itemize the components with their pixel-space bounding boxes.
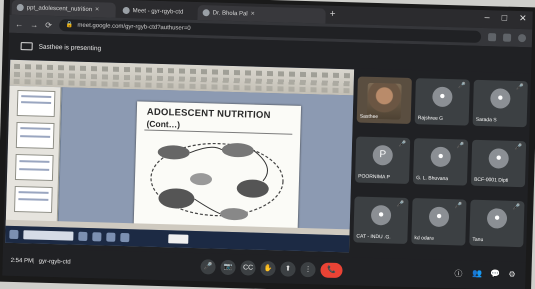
clock-separator: | xyxy=(32,258,35,265)
present-now-button[interactable]: ⬆ xyxy=(280,261,296,277)
people-icon[interactable]: 👥 xyxy=(472,269,482,278)
new-tab-button[interactable]: + xyxy=(330,9,336,20)
mic-off-icon: 🎤 xyxy=(396,201,405,208)
slide-thumbnail-pane xyxy=(5,85,62,228)
taskbar-app-icon[interactable] xyxy=(106,232,116,242)
tab-favicon-icon xyxy=(122,6,130,15)
current-slide: ADOLESCENT NUTRITION (Cont…) xyxy=(133,101,302,230)
nutrition-cycle-diagram xyxy=(150,142,284,221)
meeting-clock: 2:54 PM xyxy=(10,257,34,265)
url-text: meet.google.com/gyr-rgyb-ctd?authuser=0 xyxy=(77,22,191,32)
tab-label: Meet - gyr-rgyb-ctd xyxy=(132,7,184,16)
avatar: ● xyxy=(370,204,392,226)
raise-hand-button[interactable]: ✋ xyxy=(260,260,276,277)
slide-thumbnail[interactable] xyxy=(14,185,53,214)
mic-off-icon: 🎤 xyxy=(514,144,523,152)
extension-icon[interactable] xyxy=(487,33,497,42)
chat-icon[interactable]: 💬 xyxy=(490,269,500,278)
participant-name: Tanu xyxy=(472,236,484,244)
mic-off-icon: 🎤 xyxy=(456,143,465,150)
participant-name: G. L. Bhuvana xyxy=(416,175,449,183)
participant-tile[interactable]: Sasthee xyxy=(356,76,412,124)
tab-label: Dr. Bhola Pal xyxy=(212,9,248,17)
participant-name: Rajshree G xyxy=(417,115,444,122)
participant-name: BCF-0001 Dipti xyxy=(474,176,509,184)
shared-screen: ADOLESCENT NUTRITION (Cont…) xyxy=(5,59,355,253)
meeting-details-icon[interactable]: ⓘ xyxy=(454,268,462,279)
mic-off-icon: 🎤 xyxy=(454,203,463,210)
more-options-button[interactable]: ⋮ xyxy=(300,261,316,278)
tab-favicon-icon xyxy=(16,3,24,12)
slide-thumbnail[interactable] xyxy=(16,89,56,118)
participant-name: kd odara xyxy=(414,235,434,242)
taskbar-app-icon[interactable] xyxy=(92,232,102,242)
microphone-toggle-button[interactable]: 🎤 xyxy=(200,259,216,275)
mic-off-icon: 🎤 xyxy=(516,84,524,92)
participant-tile[interactable]: ● 🎤 Tanu xyxy=(469,199,525,248)
participant-tile[interactable]: P 🎤 POORNIMA P xyxy=(354,136,411,184)
tab-favicon-icon xyxy=(202,9,210,17)
profile-icon[interactable] xyxy=(517,33,527,43)
lock-icon: 🔒 xyxy=(65,22,74,29)
camera-toggle-button[interactable]: 📷 xyxy=(220,259,236,276)
participant-tile[interactable]: ● 🎤 Rajshree G xyxy=(414,78,470,126)
participant-tile[interactable]: ● 🎤 BCF-0001 Dipti xyxy=(470,139,527,188)
participant-tile[interactable]: ● 🎤 CAT - INDU .G. xyxy=(353,196,409,244)
window-controls: – □ ✕ xyxy=(484,12,527,24)
mic-off-icon: 🎤 xyxy=(512,204,521,212)
taskbar-active-window[interactable] xyxy=(168,234,189,244)
participant-name: Sasthee xyxy=(359,113,379,121)
leave-call-button[interactable]: 📞 xyxy=(320,262,343,279)
avatar: ● xyxy=(428,206,450,228)
extension-icon[interactable] xyxy=(502,33,512,42)
captions-button[interactable]: CC xyxy=(240,260,256,276)
reload-icon[interactable]: ⟳ xyxy=(45,20,52,29)
close-window-button[interactable]: ✕ xyxy=(519,13,527,24)
taskbar-app-icon[interactable] xyxy=(78,231,88,242)
mic-off-icon: 🎤 xyxy=(398,141,407,148)
avatar: ● xyxy=(432,86,453,108)
minimize-button[interactable]: – xyxy=(484,12,490,23)
meeting-code: gyr-rgyb-ctd xyxy=(38,258,71,266)
participant-grid: Sasthee ● 🎤 Rajshree G ● 🎤 Sarada S P 🎤 … xyxy=(353,76,528,249)
participant-name: POORNIMA P xyxy=(358,173,390,181)
avatar: ● xyxy=(490,88,511,109)
meet-control-bar: 2:54 PM | gyr-rgyb-ctd 🎤 📷 CC ✋ ⬆ ⋮ 📞 ⓘ … xyxy=(2,247,526,289)
participant-tile[interactable]: ● 🎤 Sarada S xyxy=(472,79,528,128)
avatar: P xyxy=(372,144,394,166)
back-icon[interactable]: ← xyxy=(15,19,23,28)
mic-off-icon: 🎤 xyxy=(458,83,466,90)
taskbar-search[interactable] xyxy=(23,230,74,241)
present-screen-icon xyxy=(20,42,33,51)
participant-tile[interactable]: ● 🎤 G. L. Bhuvana xyxy=(412,138,469,186)
slide-thumbnail[interactable] xyxy=(14,153,54,182)
participant-name: CAT - INDU .G. xyxy=(356,233,391,241)
avatar: ● xyxy=(430,146,451,168)
photographed-monitor: ppt_adolescent_nutrition × Meet - gyr-rg… xyxy=(0,0,535,289)
tab-close-icon[interactable]: × xyxy=(251,10,255,17)
taskbar-app-icon[interactable] xyxy=(120,232,130,243)
presenting-label: Sasthee is presenting xyxy=(38,43,102,52)
avatar: ● xyxy=(488,148,509,169)
tab-close-icon[interactable]: × xyxy=(95,6,99,13)
screen: ppt_adolescent_nutrition × Meet - gyr-rg… xyxy=(2,0,533,289)
start-icon[interactable] xyxy=(9,229,19,240)
avatar: ● xyxy=(486,208,508,229)
slide-thumbnail[interactable] xyxy=(15,121,55,150)
participant-tile[interactable]: ● 🎤 kd odara xyxy=(411,198,467,246)
forward-icon[interactable]: → xyxy=(30,20,38,29)
participant-name: Sarada S xyxy=(475,116,497,124)
maximize-button[interactable]: □ xyxy=(501,12,508,23)
tab-label: ppt_adolescent_nutrition xyxy=(26,4,93,13)
slide-canvas: ADOLESCENT NUTRITION (Cont…) xyxy=(58,87,354,236)
slide-subtitle: (Cont…) xyxy=(146,118,181,130)
activities-icon[interactable]: ⚙ xyxy=(508,270,515,279)
